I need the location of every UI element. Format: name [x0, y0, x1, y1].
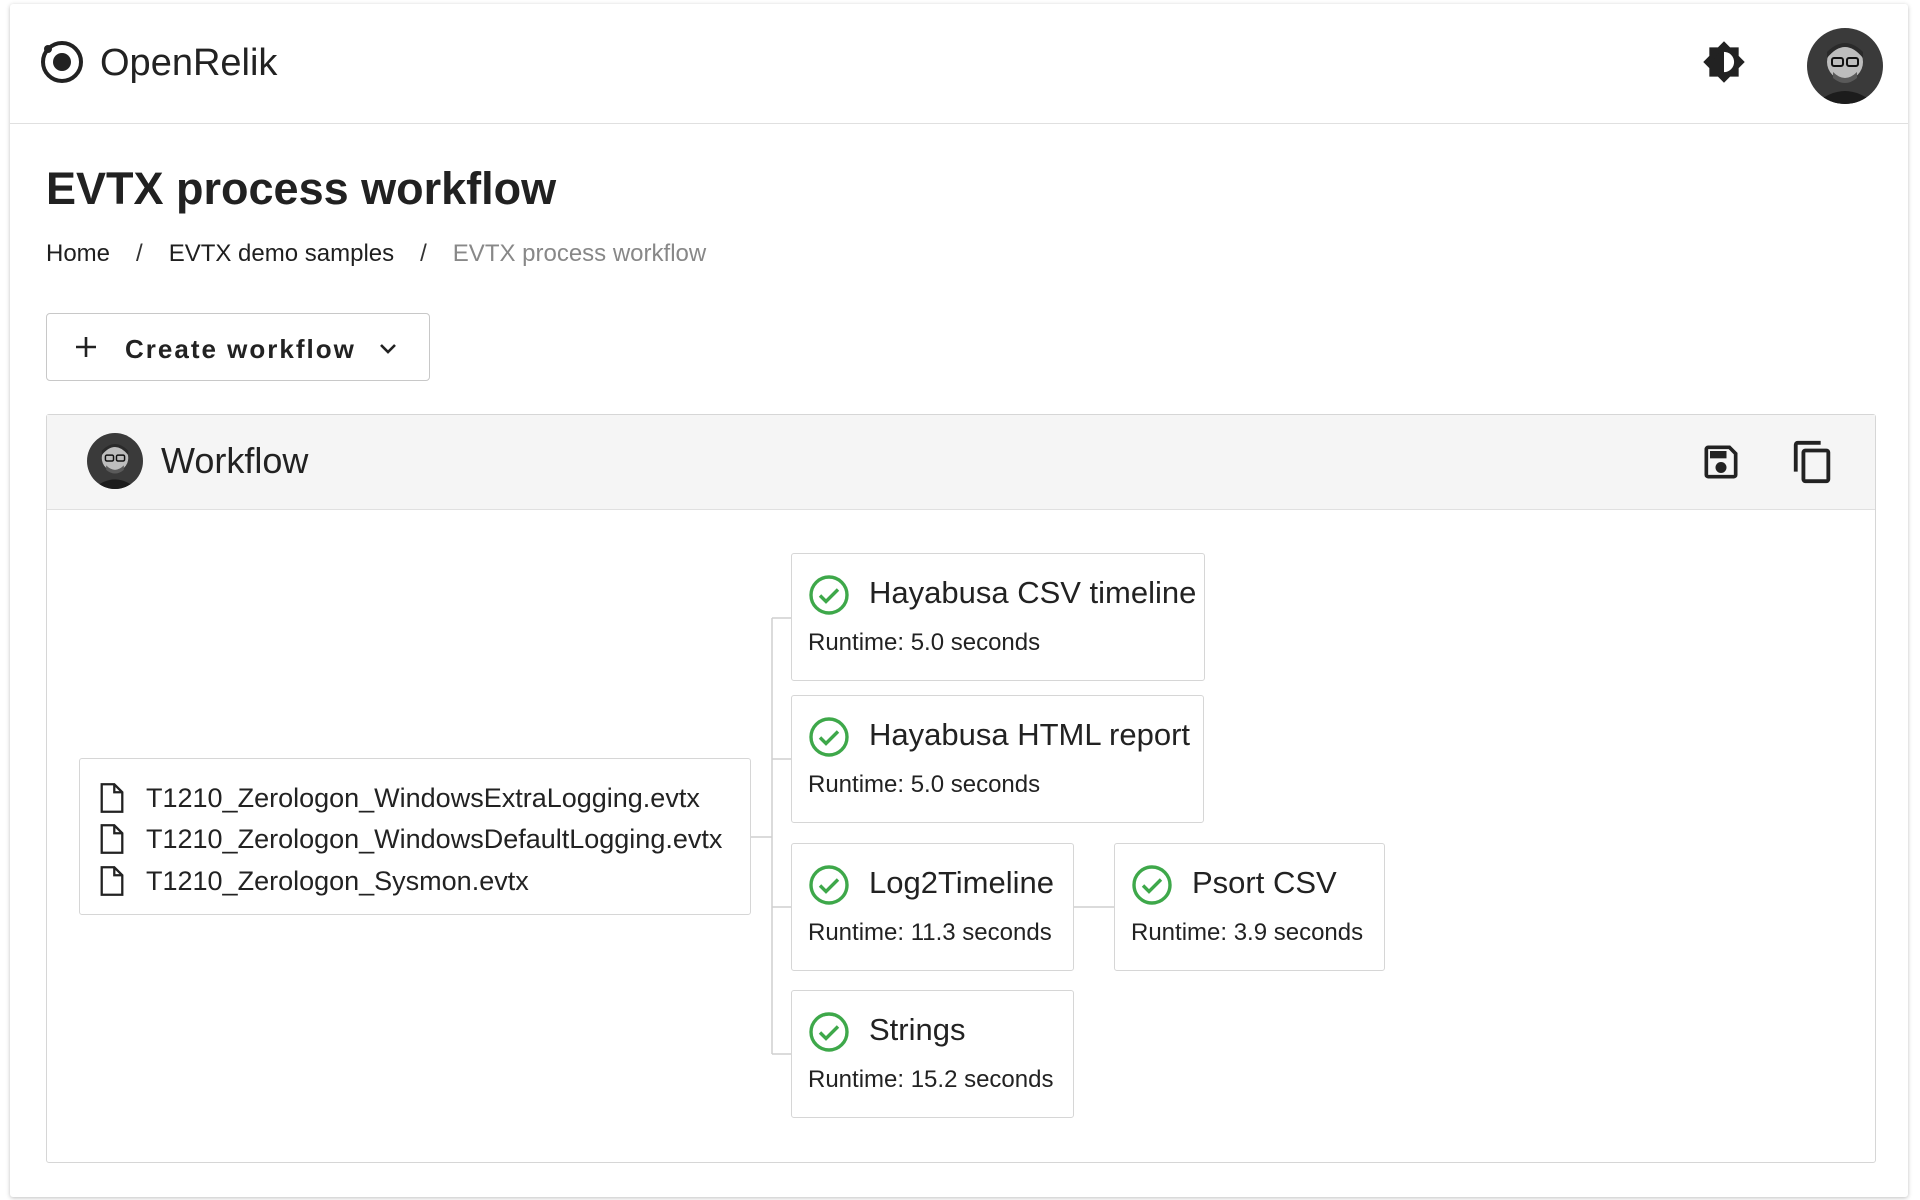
task-runtime: Runtime: 5.0 seconds [808, 629, 1041, 656]
file-item[interactable]: T1210_Zerologon_WindowsExtraLogging.evtx [98, 779, 700, 817]
plus-icon [76, 337, 96, 357]
breadcrumb-separator: / [420, 240, 427, 267]
workflow-owner-avatar [87, 433, 143, 489]
breadcrumb-home[interactable]: Home [46, 240, 110, 268]
task-name: Hayabusa HTML report [869, 717, 1191, 752]
check-circle-icon [1132, 865, 1172, 905]
brand-name[interactable]: OpenRelik [100, 42, 277, 85]
brightness-contrast-icon [1703, 41, 1745, 83]
user-avatar-image [1807, 28, 1883, 104]
task-runtime: Runtime: 11.3 seconds [808, 919, 1052, 946]
file-name: T1210_Zerologon_WindowsDefaultLogging.ev… [146, 823, 723, 854]
theme-toggle-button[interactable] [1700, 38, 1748, 86]
task-runtime: Runtime: 15.2 seconds [808, 1066, 1054, 1093]
task-node-log2timeline[interactable]: Log2Timeline Runtime: 11.3 seconds [791, 843, 1074, 971]
user-avatar[interactable] [1807, 28, 1883, 104]
task-node-strings[interactable]: Strings Runtime: 15.2 seconds [791, 990, 1074, 1118]
file-icon [100, 824, 124, 854]
file-name: T1210_Zerologon_Sysmon.evtx [146, 865, 529, 896]
check-circle-icon [809, 717, 849, 757]
task-name: Log2Timeline [869, 865, 1054, 900]
file-item[interactable]: T1210_Zerologon_WindowsDefaultLogging.ev… [98, 820, 722, 858]
file-icon [100, 783, 124, 813]
task-runtime: Runtime: 5.0 seconds [808, 771, 1041, 798]
create-workflow-button[interactable]: Create workflow [46, 313, 430, 381]
task-name: Hayabusa CSV timeline [869, 575, 1197, 610]
create-workflow-label: Create workflow [125, 334, 356, 364]
workflow-owner-avatar-image [87, 433, 143, 489]
breadcrumb-separator: / [136, 240, 143, 267]
top-bar: OpenRelik [10, 4, 1908, 124]
check-circle-icon [809, 865, 849, 905]
file-item[interactable]: T1210_Zerologon_Sysmon.evtx [98, 862, 529, 900]
copy-workflow-button[interactable] [1789, 438, 1837, 486]
copy-icon [1793, 440, 1831, 484]
page-title: EVTX process workflow [46, 163, 557, 214]
task-node-psort-csv[interactable]: Psort CSV Runtime: 3.9 seconds [1114, 843, 1385, 971]
breadcrumb: Home / EVTX demo samples / EVTX process … [46, 240, 706, 268]
breadcrumb-current: EVTX process workflow [452, 240, 707, 267]
task-name: Strings [869, 1012, 966, 1047]
save-icon [1704, 445, 1738, 479]
task-node-hayabusa-html[interactable]: Hayabusa HTML report Runtime: 5.0 second… [791, 695, 1204, 823]
check-circle-icon [809, 1012, 849, 1052]
input-files-node[interactable]: T1210_Zerologon_WindowsExtraLogging.evtx… [79, 758, 751, 915]
task-node-hayabusa-csv[interactable]: Hayabusa CSV timeline Runtime: 5.0 secon… [791, 553, 1205, 681]
openrelik-logo-icon[interactable] [38, 38, 86, 86]
save-workflow-button[interactable] [1697, 438, 1745, 486]
workflow-header: Workflow [47, 415, 1875, 510]
workflow-title: Workflow [161, 440, 309, 481]
task-name: Psort CSV [1192, 865, 1337, 900]
file-icon [100, 866, 124, 896]
task-runtime: Runtime: 3.9 seconds [1131, 919, 1364, 946]
chevron-down-icon [380, 344, 396, 354]
breadcrumb-folder[interactable]: EVTX demo samples [169, 240, 394, 268]
file-name: T1210_Zerologon_WindowsExtraLogging.evtx [146, 782, 700, 813]
check-circle-icon [809, 575, 849, 615]
